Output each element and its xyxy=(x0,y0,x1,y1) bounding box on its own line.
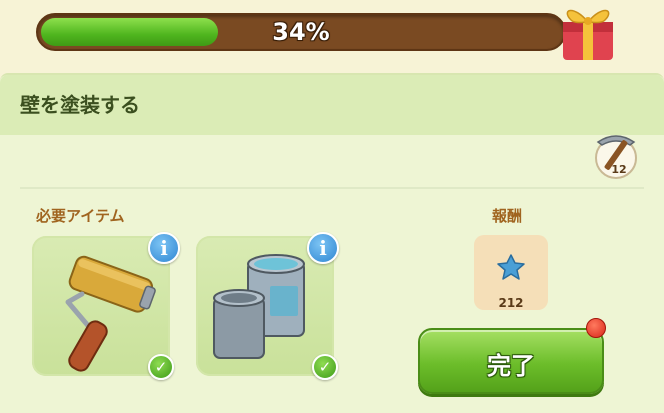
reward-value: 212 xyxy=(498,296,524,310)
notification-dot xyxy=(586,318,606,338)
gift-icon[interactable] xyxy=(553,0,623,62)
reward-label: 報酬 xyxy=(492,207,523,225)
task-title: 壁を塗装する xyxy=(20,93,140,117)
progress-label: 34% xyxy=(272,18,330,46)
info-button[interactable]: i xyxy=(307,232,339,264)
item-card-paint-cans[interactable]: i ✓ xyxy=(196,232,339,380)
blue-star-icon xyxy=(497,254,525,280)
tool-count: 12 xyxy=(611,163,627,176)
requirements-label: 必要アイテム xyxy=(36,207,125,225)
panel-header: 壁を塗装する xyxy=(0,75,664,135)
item-card-paint-roller[interactable]: i ✓ xyxy=(32,232,180,380)
divider xyxy=(20,187,644,189)
check-icon: ✓ xyxy=(148,354,174,380)
info-button[interactable]: i xyxy=(148,232,180,264)
check-icon: ✓ xyxy=(312,354,338,380)
paint-roller-icon xyxy=(65,255,156,372)
complete-button[interactable]: 完了 xyxy=(418,328,604,394)
complete-label: 完了 xyxy=(487,352,535,380)
progress-bar: 34% xyxy=(36,13,566,51)
